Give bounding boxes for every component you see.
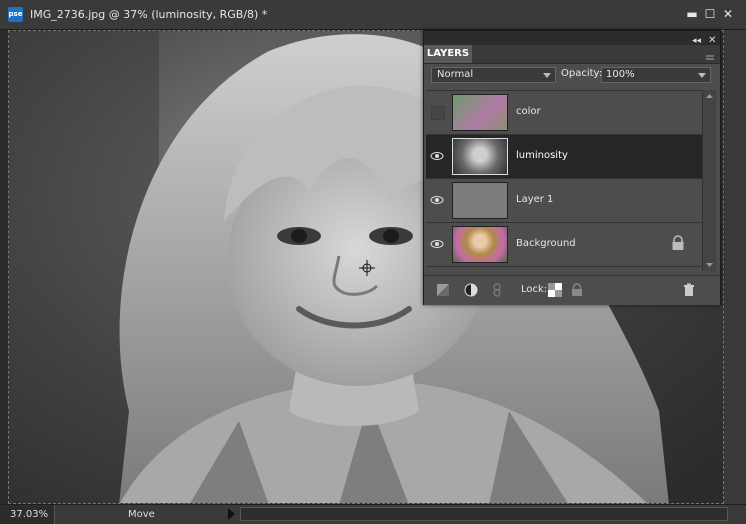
eye-icon[interactable]	[429, 236, 445, 252]
layer-name: Layer 1	[516, 194, 554, 205]
panel-header[interactable]: ◂◂ ✕	[424, 31, 720, 46]
layer-thumbnail	[452, 138, 508, 175]
layer-name: luminosity	[516, 150, 568, 161]
panel-menu-icon[interactable]	[704, 48, 716, 60]
layer-name: Background	[516, 238, 576, 249]
layer-thumbnail	[452, 182, 508, 219]
chevron-down-icon	[698, 73, 706, 78]
transparency-lock-icon[interactable]	[548, 283, 562, 297]
opacity-field[interactable]: 100%	[601, 67, 711, 83]
opacity-value: 100%	[606, 69, 635, 80]
layer-name: color	[516, 106, 541, 117]
panel-controls: ◂◂ ✕	[692, 35, 716, 46]
horizontal-scrollbar[interactable]	[240, 507, 728, 521]
link-icon[interactable]	[490, 283, 504, 297]
new-layer-icon[interactable]	[436, 283, 450, 297]
zoom-level[interactable]: 37.03%	[0, 505, 55, 524]
layer-thumbnail	[452, 94, 508, 131]
layers-toolbar: Lock:	[424, 275, 720, 305]
minimize-button[interactable]: ▬	[684, 6, 700, 22]
app-badge-icon: pse	[8, 7, 23, 22]
layers-panel: ◂◂ ✕ LAYERS Normal Opacity: 100% color l…	[423, 30, 721, 305]
layer-thumbnail	[452, 226, 508, 263]
vertical-scrollbar[interactable]	[724, 30, 746, 504]
eye-icon[interactable]	[429, 148, 445, 164]
layer-row-color[interactable]: color	[426, 91, 702, 135]
lock-icon	[672, 235, 684, 250]
trash-icon[interactable]	[682, 283, 696, 297]
close-button[interactable]: ✕	[720, 6, 736, 22]
document-title: IMG_2736.jpg @ 37% (luminosity, RGB/8) *	[30, 8, 268, 21]
blend-mode-select[interactable]: Normal	[431, 67, 556, 83]
layers-list: color luminosity Layer 1 Background	[426, 90, 702, 272]
current-tool-label: Move	[128, 509, 155, 520]
layer-row-layer-1[interactable]: Layer 1	[426, 179, 702, 223]
status-bar: 37.03% Move	[0, 504, 746, 524]
chevron-down-icon	[543, 73, 551, 78]
layer-row-background[interactable]: Background	[426, 223, 702, 267]
lock-label: Lock:	[521, 284, 548, 295]
adjustment-layer-icon[interactable]	[464, 283, 478, 297]
maximize-button[interactable]: ☐	[702, 6, 718, 22]
document-title-bar: pse IMG_2736.jpg @ 37% (luminosity, RGB/…	[0, 0, 746, 30]
status-menu-arrow-icon[interactable]	[228, 508, 235, 520]
visibility-toggle-off[interactable]	[431, 106, 445, 120]
eye-icon[interactable]	[429, 192, 445, 208]
layers-scrollbar[interactable]	[702, 90, 716, 271]
blend-mode-value: Normal	[437, 69, 474, 80]
layer-row-luminosity[interactable]: luminosity	[426, 135, 702, 179]
tab-layers[interactable]: LAYERS	[424, 45, 472, 63]
opacity-label: Opacity:	[561, 68, 603, 79]
lock-all-icon[interactable]	[570, 283, 584, 297]
